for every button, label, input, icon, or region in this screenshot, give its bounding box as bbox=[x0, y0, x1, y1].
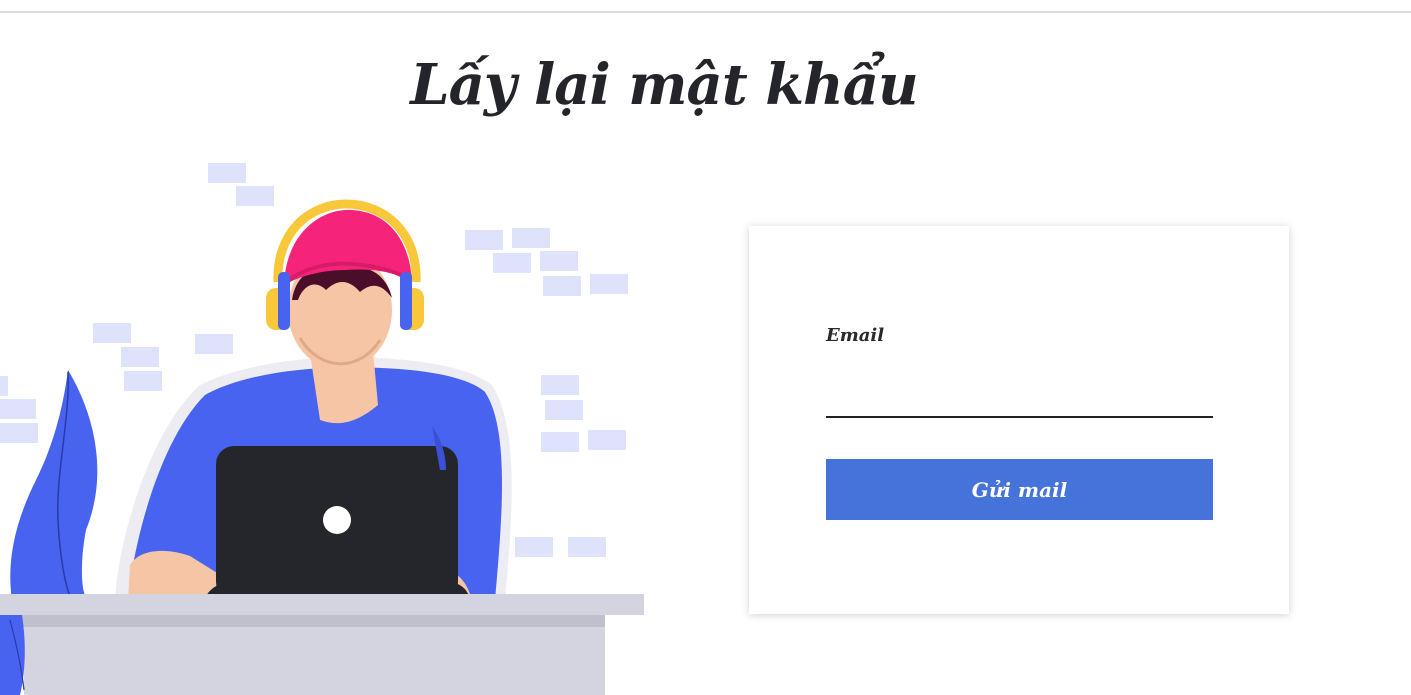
email-input[interactable] bbox=[826, 372, 1213, 418]
desk-body bbox=[24, 627, 605, 695]
forgot-password-page: Lấy lại mật khẩu Email Gửi mail bbox=[0, 0, 1411, 695]
reset-form-card: Email Gửi mail bbox=[749, 226, 1289, 614]
email-label: Email bbox=[826, 325, 885, 346]
laptop-logo bbox=[323, 506, 351, 534]
person-at-laptop-illustration bbox=[0, 163, 644, 695]
page-title: Lấy lại mật khẩu bbox=[410, 52, 918, 118]
send-mail-button[interactable]: Gửi mail bbox=[826, 459, 1213, 520]
top-divider bbox=[0, 11, 1411, 13]
desk-top bbox=[0, 594, 644, 615]
